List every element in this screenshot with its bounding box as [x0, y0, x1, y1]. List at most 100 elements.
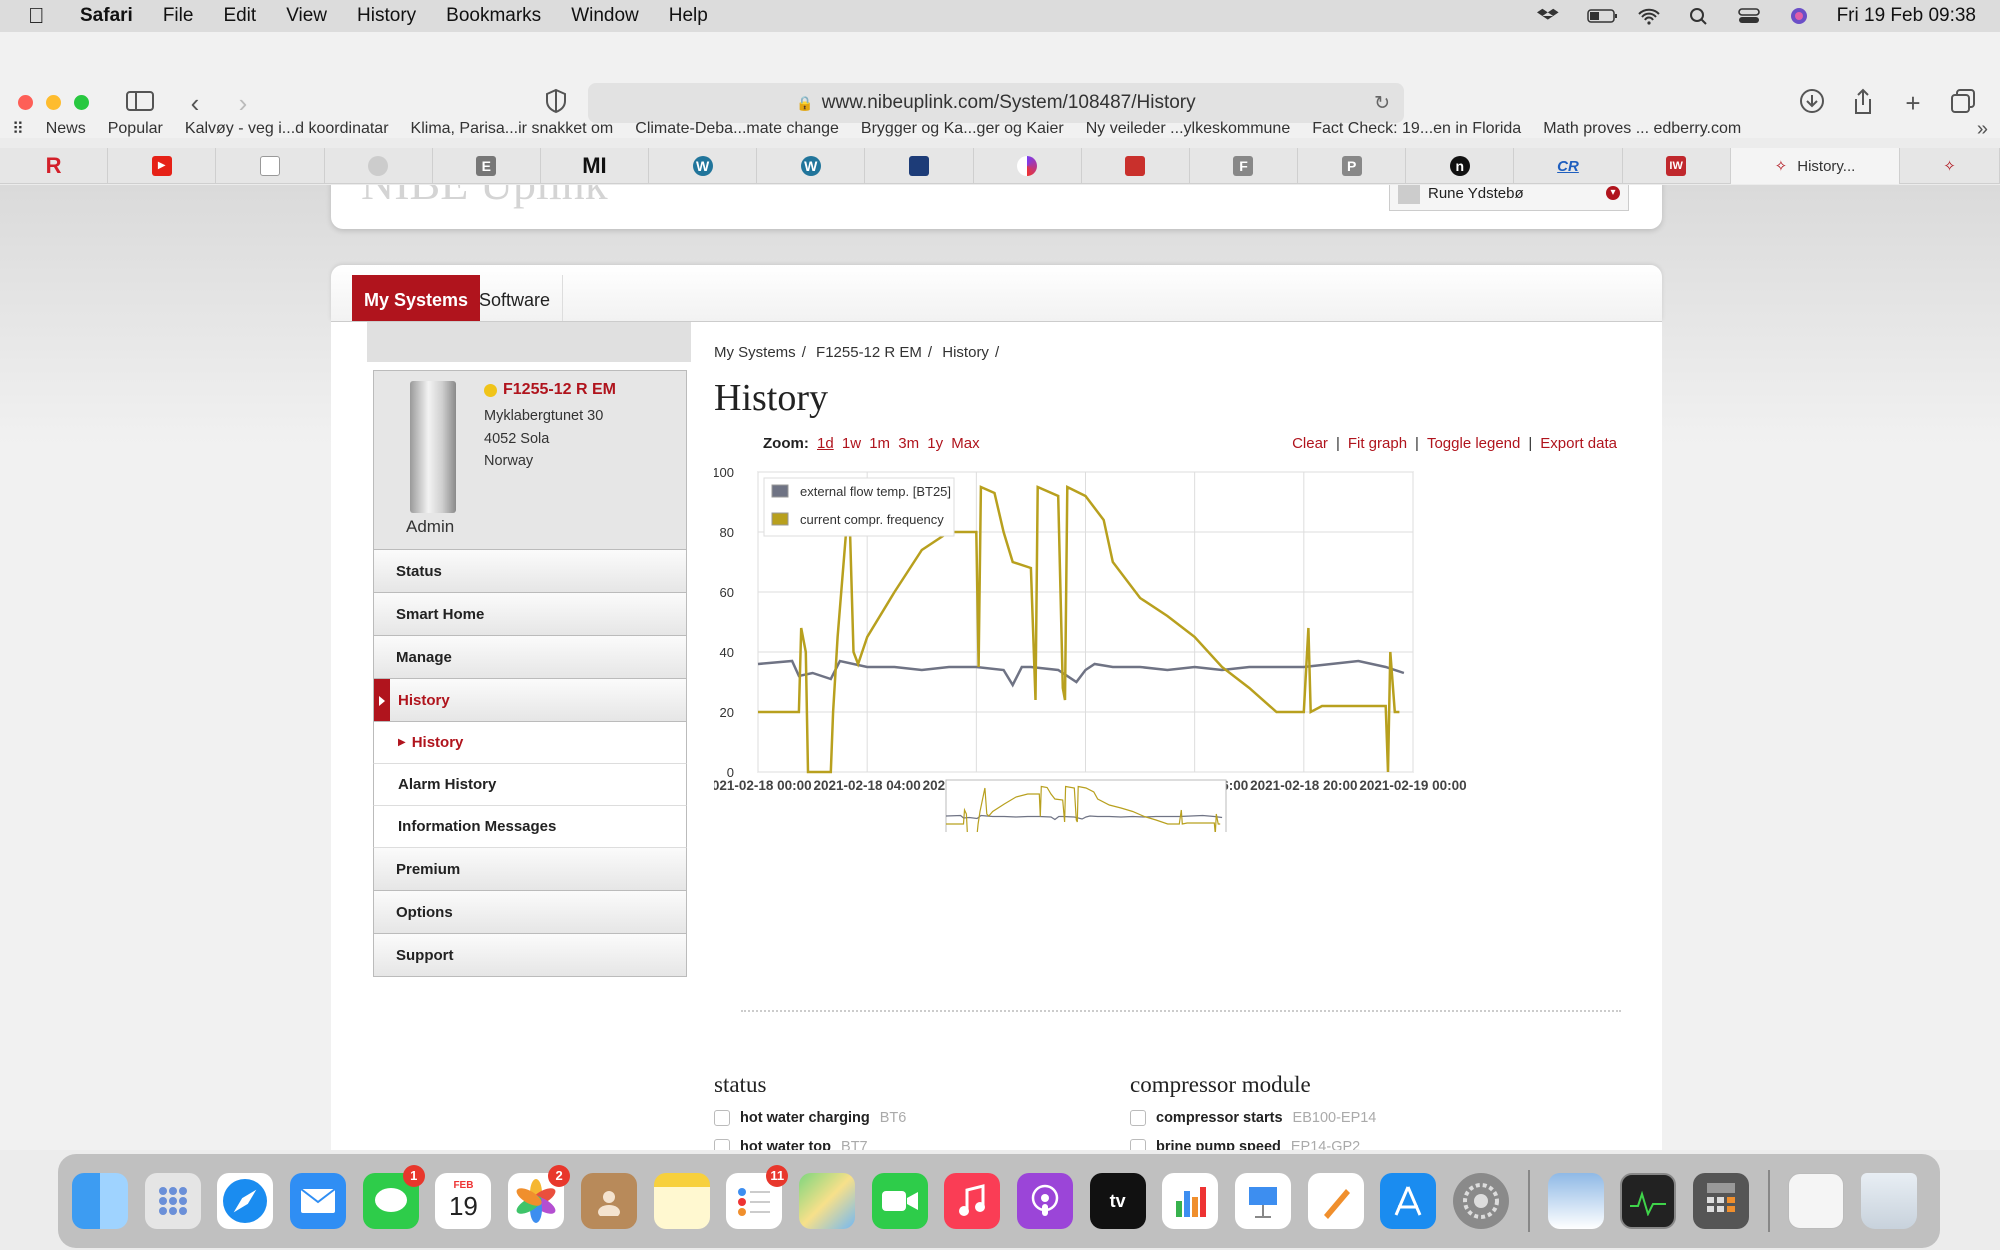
- preview-icon[interactable]: [1547, 1173, 1604, 1229]
- system-preferences-icon[interactable]: [1453, 1173, 1510, 1229]
- checkbox[interactable]: [1130, 1139, 1146, 1150]
- breadcrumb-system[interactable]: F1255-12 R EM: [816, 344, 922, 361]
- tab[interactable]: [216, 148, 325, 184]
- checkbox-brine-pump-speed[interactable]: brine pump speed EP14-GP2: [1130, 1139, 1360, 1150]
- tab[interactable]: W: [649, 148, 758, 184]
- menu-history[interactable]: History: [357, 5, 416, 27]
- tab[interactable]: E: [433, 148, 541, 184]
- menubar-clock[interactable]: Fri 19 Feb 09:38: [1837, 5, 1976, 27]
- bookmark-fact-check[interactable]: Fact Check: 19...en in Florida: [1312, 120, 1521, 138]
- site-logo[interactable]: NIBE Uplink: [361, 185, 608, 210]
- tab[interactable]: [1082, 148, 1190, 184]
- contacts-icon[interactable]: [580, 1173, 637, 1229]
- tab[interactable]: W: [757, 148, 866, 184]
- toggle-legend-link[interactable]: Toggle legend: [1427, 435, 1520, 452]
- bookmark-news[interactable]: News: [46, 120, 86, 138]
- zoom-1m[interactable]: 1m: [869, 435, 890, 452]
- finder-icon[interactable]: [72, 1173, 128, 1229]
- user-menu[interactable]: Rune Ydstebø ▾: [1389, 185, 1629, 211]
- nav-tab-software[interactable]: Software: [467, 275, 564, 325]
- menu-item-options[interactable]: Options: [373, 891, 687, 934]
- submenu-information-messages[interactable]: Information Messages: [373, 806, 687, 848]
- menu-item-status[interactable]: Status: [373, 550, 687, 593]
- checkbox[interactable]: [1130, 1110, 1146, 1126]
- checkbox-hot-water-top[interactable]: hot water top BT7: [714, 1139, 868, 1150]
- submenu-history[interactable]: ▶ History: [373, 722, 687, 764]
- export-data-link[interactable]: Export data: [1540, 435, 1617, 452]
- checkbox[interactable]: [714, 1139, 730, 1150]
- submenu-alarm-history[interactable]: Alarm History: [373, 764, 687, 806]
- safari-icon[interactable]: [217, 1173, 274, 1229]
- wifi-icon[interactable]: [1637, 7, 1661, 25]
- activity-monitor-icon[interactable]: [1620, 1173, 1677, 1229]
- menu-item-support[interactable]: Support: [373, 934, 687, 977]
- nav-tab-my-systems[interactable]: My Systems: [352, 275, 481, 325]
- numbers-icon[interactable]: [1162, 1173, 1219, 1229]
- tab[interactable]: [974, 148, 1082, 184]
- zoom-1y[interactable]: 1y: [927, 435, 943, 452]
- minimize-window-button[interactable]: [46, 95, 61, 110]
- sidebar-toggle-icon[interactable]: [125, 88, 155, 118]
- downloads-icon[interactable]: [1797, 88, 1827, 118]
- bookmark-popular[interactable]: Popular: [108, 120, 163, 138]
- checkbox[interactable]: [714, 1110, 730, 1126]
- photos-icon[interactable]: 2: [508, 1165, 571, 1229]
- zoom-3m[interactable]: 3m: [898, 435, 919, 452]
- checkbox-compressor-starts[interactable]: compressor starts EB100-EP14: [1130, 1110, 1376, 1126]
- breadcrumb-my-systems[interactable]: My Systems: [714, 344, 796, 361]
- system-name[interactable]: F1255-12 R EM: [484, 381, 616, 399]
- zoom-window-button[interactable]: [74, 95, 89, 110]
- calendar-icon[interactable]: FEB 19: [435, 1173, 492, 1229]
- tab[interactable]: F: [1190, 148, 1299, 184]
- menu-item-smart-home[interactable]: Smart Home: [373, 593, 687, 636]
- user-dropdown-icon[interactable]: ▾: [1606, 186, 1620, 200]
- tab[interactable]: MI: [541, 148, 650, 184]
- bookmark-math-proves[interactable]: Math proves ... edberry.com: [1543, 120, 1741, 138]
- privacy-shield-icon[interactable]: [541, 88, 571, 118]
- dropbox-icon[interactable]: [1536, 7, 1561, 25]
- history-chart[interactable]: 0 20 40 60 80 100 2021-02-18 00:00 2021-02-18 0…: [704, 462, 1654, 839]
- tab-overview-icon[interactable]: [1948, 88, 1978, 118]
- siri-icon[interactable]: [1787, 7, 1811, 25]
- maps-icon[interactable]: [798, 1173, 855, 1229]
- launchpad-icon[interactable]: [144, 1173, 201, 1229]
- menu-item-history[interactable]: History: [373, 679, 687, 722]
- bookmark-climate-debate[interactable]: Climate-Deba...mate change: [635, 120, 839, 138]
- share-icon[interactable]: [1848, 88, 1878, 118]
- menu-app-name[interactable]: Safari: [80, 5, 133, 27]
- fit-graph-link[interactable]: Fit graph: [1348, 435, 1407, 452]
- clear-link[interactable]: Clear: [1292, 435, 1328, 452]
- bookmark-brygger[interactable]: Brygger og Ka...ger og Kaier: [861, 120, 1064, 138]
- menu-view[interactable]: View: [286, 5, 327, 27]
- url-text[interactable]: www.nibeuplink.com/System/108487/History: [822, 92, 1196, 114]
- pages-icon[interactable]: [1307, 1173, 1364, 1229]
- tab[interactable]: P: [1298, 148, 1407, 184]
- menu-edit[interactable]: Edit: [223, 5, 256, 27]
- tab[interactable]: [865, 148, 974, 184]
- calculator-icon[interactable]: [1693, 1173, 1750, 1229]
- tab[interactable]: n: [1406, 148, 1515, 184]
- tab[interactable]: [325, 148, 433, 184]
- apple-icon[interactable]: : [28, 3, 56, 29]
- csv-document-icon[interactable]: [1787, 1173, 1844, 1229]
- app-store-icon[interactable]: [1380, 1173, 1437, 1229]
- bookmarks-overflow-icon[interactable]: »: [1977, 118, 1988, 141]
- zoom-1w[interactable]: 1w: [842, 435, 861, 452]
- battery-icon[interactable]: [1586, 7, 1617, 25]
- menu-window[interactable]: Window: [571, 5, 639, 27]
- mail-icon[interactable]: [290, 1173, 347, 1229]
- facetime-icon[interactable]: [871, 1173, 928, 1229]
- reminders-icon[interactable]: 11: [726, 1165, 789, 1229]
- tab[interactable]: R: [0, 148, 109, 184]
- back-icon[interactable]: ‹: [180, 88, 210, 118]
- bookmark-klima[interactable]: Klima, Parisa...ir snakket om: [411, 120, 614, 138]
- music-icon[interactable]: [944, 1173, 1001, 1229]
- menu-bookmarks[interactable]: Bookmarks: [446, 5, 541, 27]
- zoom-max[interactable]: Max: [951, 435, 979, 452]
- bookmarks-grid-icon[interactable]: ⠿: [12, 119, 24, 139]
- control-center-icon[interactable]: [1737, 7, 1761, 25]
- menu-item-premium[interactable]: Premium: [373, 848, 687, 891]
- system-card[interactable]: Admin F1255-12 R EM Myklabergtunet 30 40…: [373, 370, 687, 550]
- forward-icon[interactable]: ›: [228, 88, 258, 118]
- apple-tv-icon[interactable]: tv: [1089, 1173, 1146, 1229]
